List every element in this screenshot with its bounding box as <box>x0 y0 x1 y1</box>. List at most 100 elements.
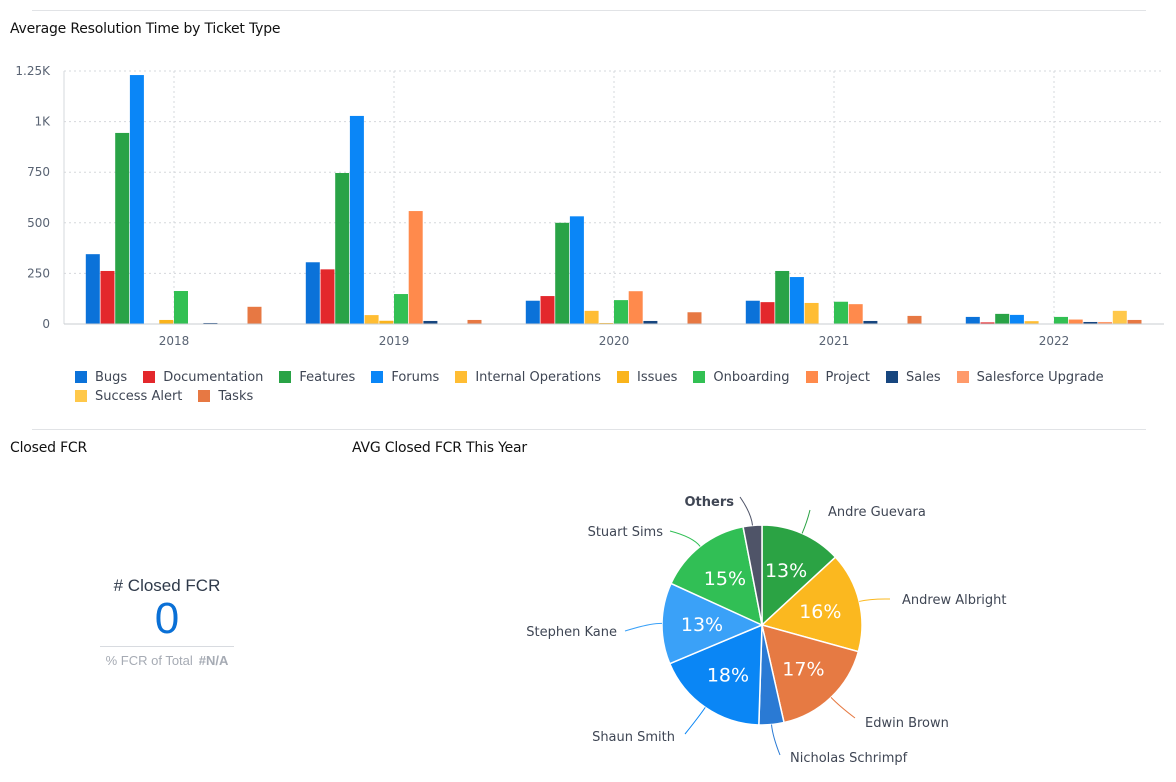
bar-features-2020[interactable] <box>555 222 570 324</box>
legend-item-success-alert[interactable]: Success Alert <box>75 387 182 405</box>
legend-swatch <box>886 371 899 383</box>
bar-bugs-2021[interactable] <box>745 300 760 324</box>
legend-swatch <box>805 371 818 383</box>
y-tick-label: 1.25K <box>15 64 51 78</box>
bar-tasks-2022[interactable] <box>1127 319 1142 324</box>
bar-documentation-2020[interactable] <box>540 296 555 324</box>
pie-chart: 13% Andre Guevara 16% Andrew Albright 17% Edw… <box>526 495 1006 766</box>
bar-project-2020[interactable] <box>628 291 643 324</box>
bar-project-2021[interactable] <box>848 304 863 324</box>
bar-internal-operations-2021[interactable] <box>804 302 819 324</box>
bar-issues-2018[interactable] <box>159 319 174 324</box>
pie-leader-line <box>830 697 856 719</box>
legend-item-features[interactable]: Features <box>279 368 355 386</box>
bar-forums-2018[interactable] <box>129 75 144 324</box>
legend-label: Features <box>299 369 356 385</box>
legend-item-salesforce-upgrade[interactable]: Salesforce Upgrade <box>956 368 1104 386</box>
pie-chart-title: AVG Closed FCR This Year <box>352 440 527 456</box>
legend-swatch <box>143 371 156 383</box>
bar-features-2019[interactable] <box>335 173 350 324</box>
bar-project-2019[interactable] <box>408 211 423 324</box>
legend-label: Success Alert <box>95 388 183 404</box>
kpi-label: # Closed FCR <box>113 576 221 595</box>
legend-item-forums[interactable]: Forums <box>371 368 439 386</box>
pie-leader-line <box>801 509 811 534</box>
legend-swatch <box>956 371 969 383</box>
legend-item-onboarding[interactable]: Onboarding <box>693 368 790 386</box>
bar-chart: 0 250 500 750 1K 1.25K 2018 2019 2020 2021 2022 <box>15 64 1164 348</box>
legend-swatch <box>75 371 87 383</box>
bar-onboarding-2020[interactable] <box>614 300 628 324</box>
closed-fcr-kpi: # Closed FCR 0 % FCR of Total #N/A <box>92 576 242 668</box>
bar-tasks-2019[interactable] <box>467 319 482 324</box>
legend-swatch <box>617 371 630 383</box>
bar-features-2022[interactable] <box>995 313 1010 324</box>
middle-divider <box>32 429 1146 430</box>
bar-onboarding-2022[interactable] <box>1054 316 1068 324</box>
bar-project-2022[interactable] <box>1068 319 1083 324</box>
legend-swatch <box>455 371 468 383</box>
legend-item-bugs[interactable]: Bugs <box>75 368 127 386</box>
bar-chart-title: Average Resolution Time by Ticket Type <box>10 21 281 37</box>
x-tick-label: 2019 <box>379 334 410 348</box>
x-tick-label: 2022 <box>1039 334 1070 348</box>
bar-documentation-2021[interactable] <box>760 302 775 324</box>
legend-item-documentation[interactable]: Documentation <box>143 368 263 386</box>
pie-percent-label: 17% <box>782 658 824 680</box>
legend-item-tasks[interactable]: Tasks <box>198 387 253 405</box>
bar-bugs-2022[interactable] <box>965 316 980 324</box>
bar-onboarding-2019[interactable] <box>394 294 408 324</box>
pie-percent-label: 18% <box>707 664 749 686</box>
legend-swatch <box>279 371 292 383</box>
bar-documentation-2019[interactable] <box>320 269 335 324</box>
pie-leader-line <box>771 724 781 756</box>
bar-success-alert-2022[interactable] <box>1112 310 1127 324</box>
legend-item-sales[interactable]: Sales <box>886 368 941 386</box>
pie-leader-line <box>684 707 706 735</box>
legend-label: Issues <box>637 369 678 385</box>
kpi-sub-value: #N/A <box>198 653 229 668</box>
bar-chart-legend: Bugs Documentation Features Forums Internal … <box>75 368 1155 406</box>
legend-item-internal-operations[interactable]: Internal Operations <box>455 368 601 386</box>
bar-tasks-2020[interactable] <box>687 312 702 324</box>
bar-documentation-2018[interactable] <box>100 270 115 324</box>
bar-bugs-2019[interactable] <box>305 262 320 324</box>
bar-internal-operations-2019[interactable] <box>364 315 379 324</box>
kpi-panel-title: Closed FCR <box>10 440 88 456</box>
bar-internal-operations-2020[interactable] <box>584 310 599 324</box>
bar-features-2018[interactable] <box>115 132 130 324</box>
bar-forums-2022[interactable] <box>1009 314 1024 324</box>
y-tick-label: 0 <box>42 317 50 331</box>
x-tick-label: 2021 <box>819 334 850 348</box>
x-tick-label: 2020 <box>599 334 630 348</box>
pie-name-label: Stephen Kane <box>526 625 617 640</box>
legend-label: Sales <box>906 369 941 385</box>
pie-leader-line <box>859 598 891 602</box>
legend-item-project[interactable]: Project <box>805 368 870 386</box>
bar-bugs-2018[interactable] <box>85 254 100 324</box>
legend-swatch <box>371 371 384 383</box>
legend-swatch <box>198 390 211 402</box>
legend-label: Onboarding <box>713 369 790 385</box>
legend-label: Forums <box>391 369 440 385</box>
pie-name-label: Edwin Brown <box>865 716 949 731</box>
bar-tasks-2021[interactable] <box>907 315 922 324</box>
pie-leader-line <box>669 530 701 547</box>
bar-tasks-2018[interactable] <box>247 306 262 324</box>
legend-label: Bugs <box>95 369 128 385</box>
bar-features-2021[interactable] <box>775 270 790 324</box>
bar-forums-2019[interactable] <box>349 115 364 324</box>
bar-bugs-2020[interactable] <box>525 300 540 324</box>
pie-percent-label: 16% <box>799 601 841 623</box>
legend-label: Documentation <box>163 369 264 385</box>
bar-forums-2021[interactable] <box>789 277 804 324</box>
legend-item-issues[interactable]: Issues <box>617 368 677 386</box>
legend-swatch <box>75 390 87 402</box>
kpi-sub: % FCR of Total #N/A <box>92 653 242 668</box>
pie-name-label: Shaun Smith <box>592 730 675 745</box>
y-tick-label: 500 <box>27 216 50 230</box>
bar-onboarding-2021[interactable] <box>834 301 848 324</box>
y-tick-label: 250 <box>27 266 50 280</box>
bar-forums-2020[interactable] <box>569 216 584 324</box>
bar-onboarding-2018[interactable] <box>174 291 188 324</box>
